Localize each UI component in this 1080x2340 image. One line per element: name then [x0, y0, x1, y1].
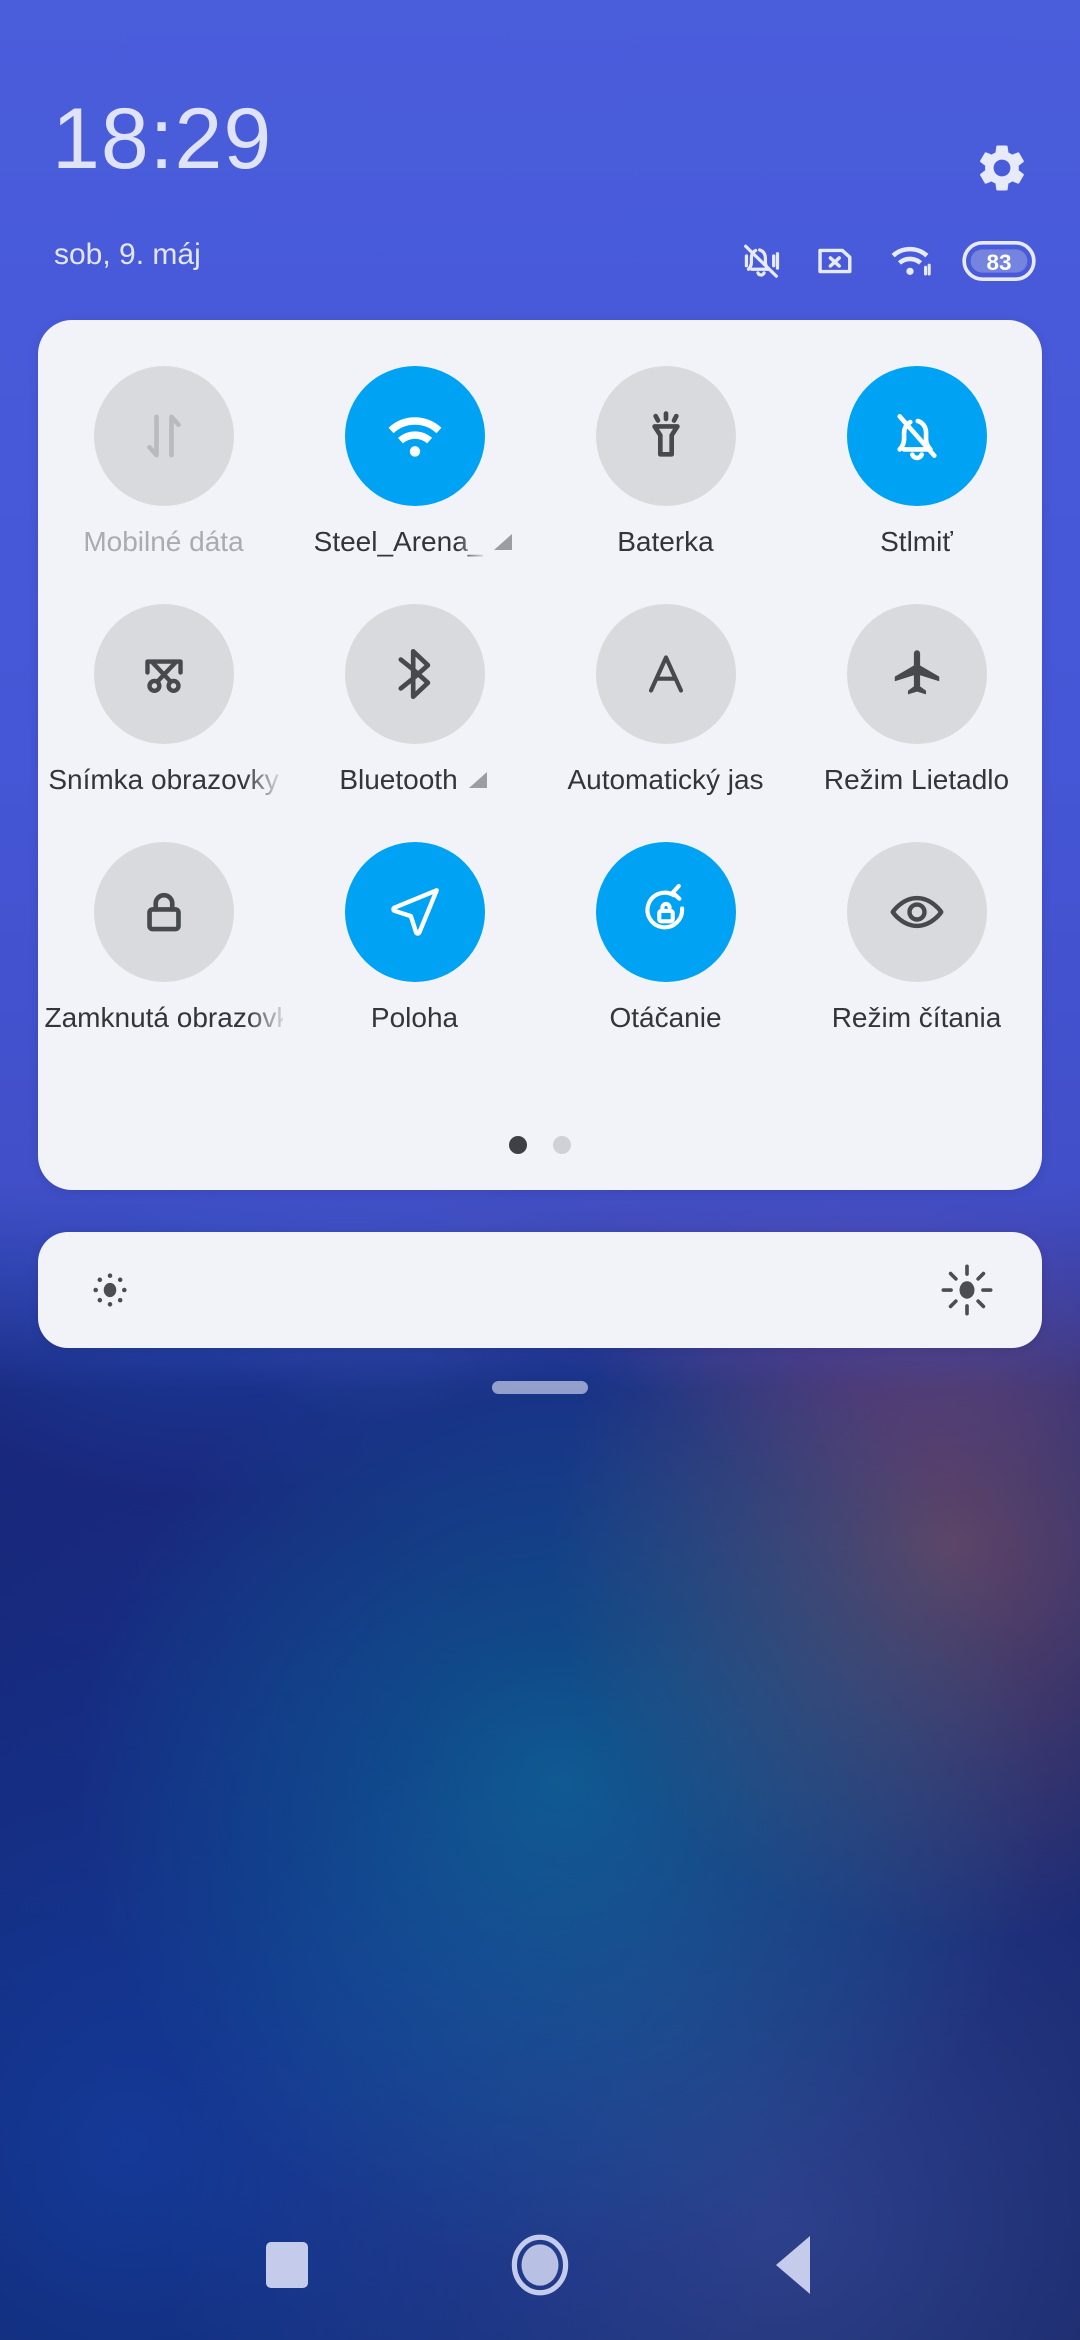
qs-tile-label-row: Baterka	[617, 524, 714, 560]
qs-tile-label-row: Bluetooth	[339, 762, 489, 798]
airplane-icon	[894, 650, 939, 695]
navigation-bar	[0, 2190, 1080, 2340]
qs-tile-circle	[344, 842, 485, 982]
qs-tile-label: Režim Lietadlo	[823, 764, 1010, 795]
qs-tile-label: Steel_Arena_	[313, 526, 484, 557]
qs-tile-label-row: Stlmiť	[880, 524, 953, 560]
quick-settings-card: Mobilné dáta Steel_Arena_ Baterka Stlmiť…	[38, 320, 1042, 1190]
panel-drag-handle[interactable]	[492, 1381, 588, 1394]
qs-tile-circle	[93, 366, 234, 506]
qs-tile-label-row: Režim Lietadlo	[824, 762, 1009, 798]
qs-tile-label-row: Zamknutá obrazovka	[45, 1000, 283, 1036]
clock: 18:29	[52, 91, 273, 187]
qs-tile-label-row: Automatický jas	[567, 762, 763, 798]
wifi-icon	[891, 246, 931, 276]
qs-tile-label: Režim čítania	[831, 1002, 1002, 1033]
gear-icon	[980, 145, 1024, 191]
qs-tile-circle	[344, 604, 485, 744]
qs-tile-circle	[93, 604, 234, 744]
expand-arrow-icon[interactable]	[491, 530, 515, 554]
quick-settings-grid: Mobilné dáta Steel_Arena_ Baterka Stlmiť…	[38, 366, 1042, 1036]
qs-tile-bluetooth[interactable]: Bluetooth	[289, 604, 540, 798]
qs-tile-circle	[595, 842, 736, 982]
page-dot-1[interactable]	[509, 1136, 527, 1154]
rotation-icon	[644, 883, 684, 930]
qs-tile-label: Mobilné dáta	[83, 526, 244, 557]
qs-tile-auto-rotate[interactable]: Otáčanie	[540, 842, 791, 1036]
nav-back-button[interactable]	[745, 2217, 841, 2313]
status-bar-icons: 83	[738, 238, 1036, 284]
mobile-data-icon	[146, 414, 181, 458]
qs-tile-circle	[846, 842, 987, 982]
date-label: sob, 9. máj	[54, 238, 201, 271]
qs-tile-label: Stlmiť	[880, 526, 953, 557]
qs-tile-lock-screen[interactable]: Zamknutá obrazovka	[38, 842, 289, 1036]
qs-tile-screenshot[interactable]: Snímka obrazovky	[38, 604, 289, 798]
qs-tile-label-row: Otáčanie	[609, 1000, 721, 1036]
nav-recents-button[interactable]	[239, 2217, 335, 2313]
screenshot-icon	[144, 659, 183, 693]
wifi-icon	[388, 417, 441, 457]
qs-tile-label: Zamknutá obrazovka	[44, 1002, 283, 1033]
qs-tile-label-row: Mobilné dáta	[83, 524, 243, 560]
page-dot-2[interactable]	[553, 1136, 571, 1154]
back-triangle-icon	[776, 2236, 811, 2294]
recents-square-icon	[265, 2242, 308, 2288]
qs-tile-label: Snímka obrazovky	[48, 764, 279, 795]
qs-tile-label-row: Režim čítania	[832, 1000, 1002, 1036]
nav-home-button[interactable]	[492, 2217, 588, 2313]
qs-tile-airplane-mode[interactable]: Režim Lietadlo	[791, 604, 1042, 798]
qs-tile-circle	[595, 366, 736, 506]
qs-tile-circle	[846, 366, 987, 506]
qs-tile-label-row: Poloha	[371, 1000, 458, 1036]
qs-tile-label-row: Steel_Arena_	[314, 524, 516, 560]
qs-tile-label: Automatický jas	[567, 764, 764, 795]
qs-tile-mute[interactable]: Stlmiť	[791, 366, 1042, 560]
settings-gear-button[interactable]	[974, 140, 1030, 196]
qs-tile-circle	[93, 842, 234, 982]
qs-tile-circle	[846, 604, 987, 744]
qs-tile-label: Otáčanie	[609, 1002, 722, 1033]
qs-tile-circle	[344, 366, 485, 506]
qs-tile-flashlight[interactable]: Baterka	[540, 366, 791, 560]
brightness-high-icon	[941, 1264, 993, 1316]
page-indicator	[38, 1136, 1042, 1154]
brightness-slider[interactable]	[38, 1232, 1042, 1348]
qs-tile-wifi[interactable]: Steel_Arena_	[289, 366, 540, 560]
sim-card-error-icon	[818, 248, 852, 274]
bluetooth-icon	[397, 648, 430, 700]
brightness-low-icon	[93, 1273, 127, 1307]
location-icon	[390, 888, 439, 936]
auto-brightness-icon	[648, 655, 683, 693]
qs-tile-location[interactable]: Poloha	[289, 842, 540, 1036]
qs-tile-label: Baterka	[617, 526, 714, 557]
flashlight-icon	[651, 411, 680, 457]
battery-percent-label: 83	[986, 250, 1011, 275]
qs-tile-label-row: Snímka obrazovky	[48, 762, 278, 798]
bell-off-icon	[896, 414, 937, 461]
qs-tile-label: Poloha	[370, 1002, 459, 1033]
expand-arrow-icon[interactable]	[466, 768, 490, 792]
vibrate-off-icon	[744, 244, 780, 278]
qs-tile-auto-brightness[interactable]: Automatický jas	[540, 604, 791, 798]
qs-tile-circle	[595, 604, 736, 744]
home-circle-icon	[511, 2234, 569, 2296]
qs-tile-label: Bluetooth	[339, 764, 458, 795]
qs-tile-reading-mode[interactable]: Režim čítania	[791, 842, 1042, 1036]
lock-icon	[146, 892, 181, 932]
status-header: 18:29 sob, 9. máj 83	[0, 0, 1080, 330]
qs-tile-mobile-data[interactable]: Mobilné dáta	[38, 366, 289, 560]
eye-icon	[890, 895, 943, 929]
battery-icon: 83	[962, 241, 1036, 281]
